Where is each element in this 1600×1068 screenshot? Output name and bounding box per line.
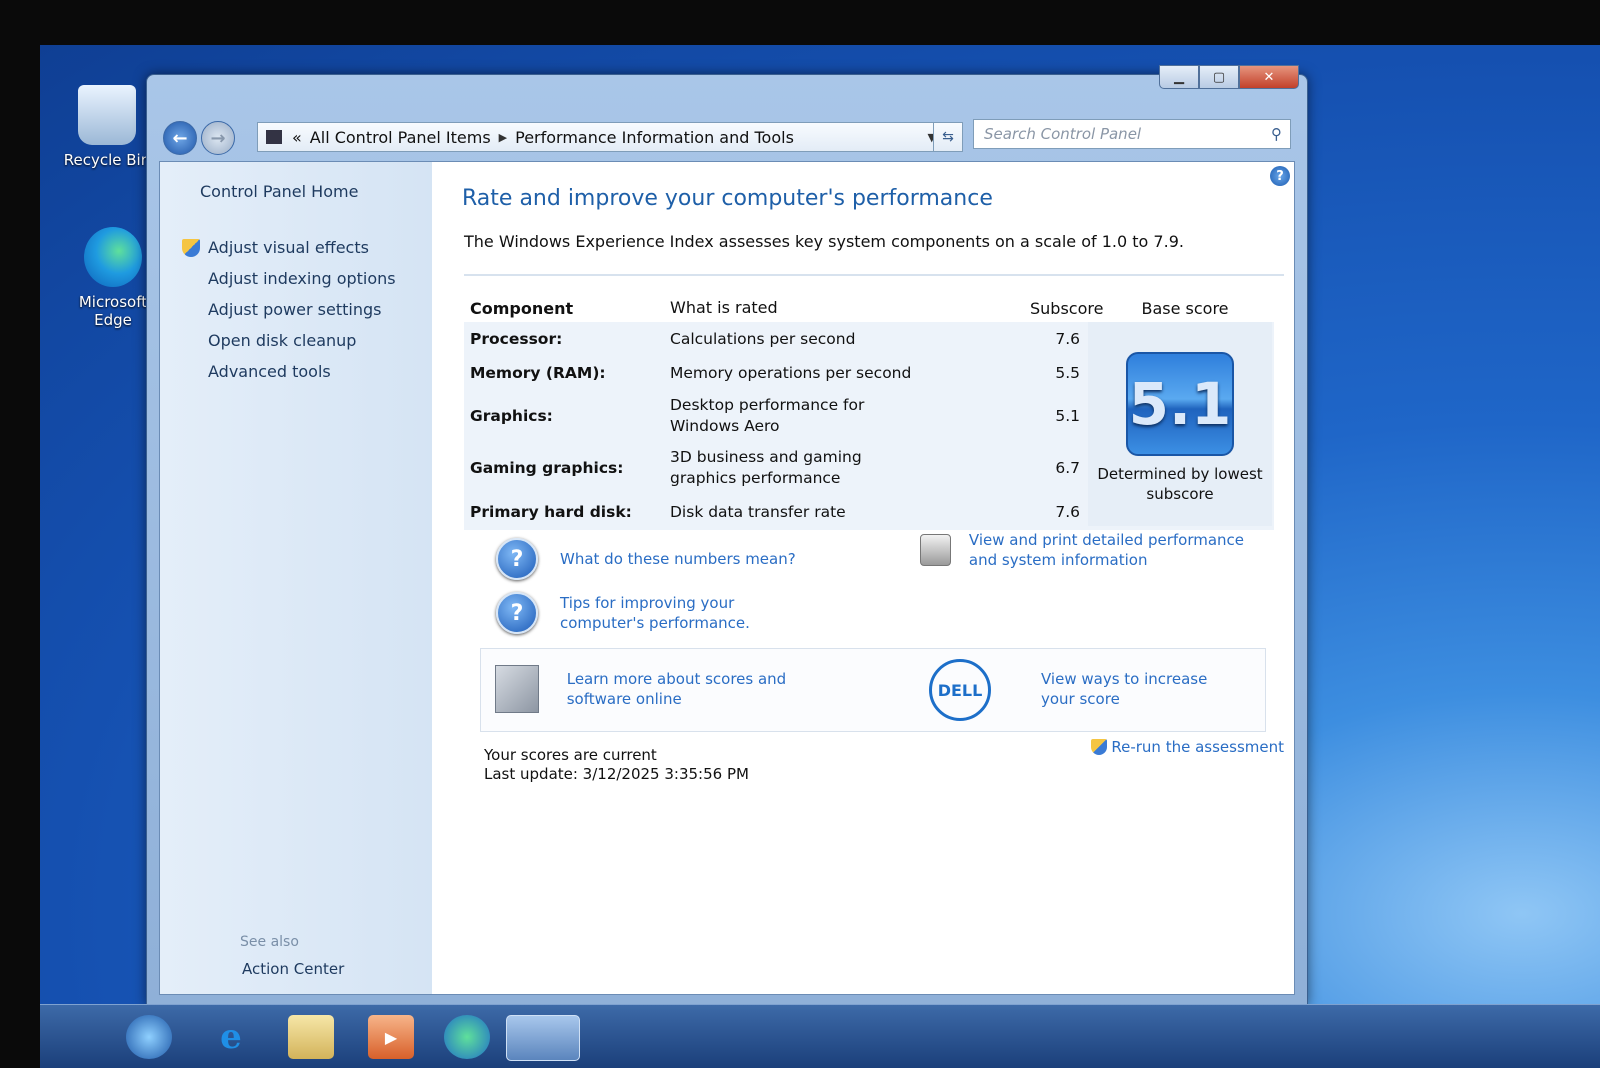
header-subscore: Subscore bbox=[1030, 299, 1104, 318]
oem-info-box: Learn more about scores and software onl… bbox=[480, 648, 1266, 732]
taskbar: e ▶ bbox=[40, 1004, 1600, 1068]
header-what-is-rated: What is rated bbox=[670, 298, 778, 317]
page-title: Rate and improve your computer's perform… bbox=[462, 186, 993, 211]
content-pane: ? Control Panel Home Adjust visual effec… bbox=[159, 161, 1295, 995]
scores-current-text: Your scores are current bbox=[484, 746, 657, 764]
desktop-icon-edge[interactable]: Microsoft Edge bbox=[68, 227, 158, 329]
row-component: Primary hard disk: bbox=[470, 503, 632, 521]
uac-shield-icon bbox=[1091, 739, 1108, 755]
dell-logo: DELL bbox=[929, 659, 991, 721]
header-base-score: Base score bbox=[1141, 299, 1229, 318]
search-input[interactable]: Search Control Panel ⚲ bbox=[973, 119, 1291, 149]
back-button[interactable]: ← bbox=[163, 121, 197, 155]
uac-shield-icon bbox=[182, 238, 200, 257]
row-rated: Calculations per second bbox=[670, 329, 856, 348]
edge-taskbar-icon[interactable] bbox=[444, 1015, 490, 1059]
breadcrumb-all-control-panel-items[interactable]: All Control Panel Items bbox=[310, 128, 491, 147]
row-rated: 3D business and gaming graphics performa… bbox=[670, 448, 862, 487]
recycle-bin-icon bbox=[78, 85, 136, 145]
link-label[interactable]: View ways to increase your score bbox=[1041, 669, 1241, 709]
internet-explorer-icon[interactable]: e bbox=[208, 1015, 254, 1059]
base-score-badge: 5.1 bbox=[1126, 352, 1234, 456]
desktop-icon-label: Microsoft Edge bbox=[78, 293, 148, 329]
media-player-icon[interactable]: ▶ bbox=[368, 1015, 414, 1059]
row-component: Memory (RAM): bbox=[470, 364, 606, 382]
sidebar-task-list: Adjust visual effects Adjust indexing op… bbox=[182, 232, 396, 387]
control-panel-icon bbox=[266, 130, 282, 144]
last-update-text: Last update: 3/12/2025 3:35:56 PM bbox=[484, 765, 749, 783]
printer-icon bbox=[920, 534, 951, 566]
sidebar-item-adjust-indexing-options[interactable]: Adjust indexing options bbox=[182, 263, 396, 294]
start-button-icon[interactable] bbox=[126, 1015, 172, 1059]
sidebar-item-label: Advanced tools bbox=[208, 362, 331, 381]
navigation-bar: ← → « All Control Panel Items ▶ Performa… bbox=[157, 117, 1297, 157]
sidebar-item-label: Adjust power settings bbox=[208, 300, 382, 319]
base-score-caption: Determined by lowest subscore bbox=[1097, 465, 1263, 503]
sidebar-item-adjust-visual-effects[interactable]: Adjust visual effects bbox=[182, 232, 396, 263]
rerun-assessment-link[interactable]: Re-run the assessment bbox=[1091, 738, 1284, 756]
breadcrumb-separator-icon[interactable]: ▶ bbox=[499, 131, 507, 144]
row-component: Graphics: bbox=[470, 407, 553, 425]
desktop-icon-recycle-bin[interactable]: Recycle Bin bbox=[62, 85, 152, 169]
link-label[interactable]: What do these numbers mean? bbox=[560, 549, 796, 569]
row-rated: Desktop performance for Windows Aero bbox=[670, 396, 865, 435]
link-label[interactable]: Learn more about scores and software onl… bbox=[567, 669, 835, 709]
sidebar: Control Panel Home Adjust visual effects… bbox=[160, 162, 432, 994]
sidebar-item-open-disk-cleanup[interactable]: Open disk cleanup bbox=[182, 325, 396, 356]
search-icon[interactable]: ⚲ bbox=[1271, 125, 1282, 143]
action-center-link[interactable]: Action Center bbox=[242, 960, 344, 978]
refresh-icon[interactable]: ⇆ bbox=[933, 122, 963, 152]
question-icon: ? bbox=[496, 592, 538, 634]
question-icon: ? bbox=[496, 538, 538, 580]
see-also-heading: See also bbox=[240, 934, 299, 950]
window-caption-buttons: ▁ ▢ ✕ bbox=[1159, 65, 1299, 89]
link-what-numbers-mean[interactable]: ? What do these numbers mean? bbox=[496, 538, 796, 580]
maximize-button[interactable]: ▢ bbox=[1199, 65, 1239, 89]
link-label[interactable]: View and print detailed performance and … bbox=[969, 530, 1270, 570]
edge-icon bbox=[84, 227, 142, 287]
sidebar-item-advanced-tools[interactable]: Advanced tools bbox=[182, 356, 396, 387]
search-placeholder: Search Control Panel bbox=[984, 125, 1142, 143]
rerun-label[interactable]: Re-run the assessment bbox=[1111, 738, 1284, 756]
row-rated: Disk data transfer rate bbox=[670, 502, 846, 521]
control-panel-window: ▁ ▢ ✕ ← → « All Control Panel Items ▶ Pe… bbox=[146, 65, 1308, 1006]
header-component: Component bbox=[470, 299, 574, 318]
sidebar-item-label: Open disk cleanup bbox=[208, 331, 357, 350]
close-button[interactable]: ✕ bbox=[1239, 65, 1299, 89]
page-description: The Windows Experience Index assesses ke… bbox=[464, 232, 1184, 251]
link-tips-improving[interactable]: ? Tips for improving your computer's per… bbox=[496, 592, 826, 634]
desktop-icon-label: Recycle Bin bbox=[63, 151, 151, 169]
link-view-print-details[interactable]: View and print detailed performance and … bbox=[920, 530, 1270, 570]
link-label[interactable]: Tips for improving your computer's perfo… bbox=[560, 593, 820, 633]
sidebar-item-label: Adjust indexing options bbox=[208, 269, 396, 288]
status-text: Your scores are current Last update: 3/1… bbox=[484, 746, 749, 784]
sidebar-control-panel-home[interactable]: Control Panel Home bbox=[200, 182, 358, 201]
book-icon bbox=[495, 665, 539, 713]
address-bar[interactable]: « All Control Panel Items ▶ Performance … bbox=[257, 122, 947, 152]
base-score-panel: 5.1 Determined by lowest subscore bbox=[1088, 322, 1272, 526]
table-header: Component What is rated Subscore Base sc… bbox=[464, 282, 1274, 322]
link-learn-more[interactable]: Learn more about scores and software onl… bbox=[495, 665, 835, 713]
control-panel-taskbar-icon[interactable] bbox=[506, 1015, 580, 1061]
forward-button[interactable]: → bbox=[201, 121, 235, 155]
file-explorer-icon[interactable] bbox=[288, 1015, 334, 1059]
breadcrumb-performance-information[interactable]: Performance Information and Tools bbox=[515, 128, 794, 147]
row-component: Processor: bbox=[470, 330, 563, 348]
sidebar-item-adjust-power-settings[interactable]: Adjust power settings bbox=[182, 294, 396, 325]
link-increase-score[interactable]: View ways to increase your score bbox=[1041, 669, 1241, 709]
minimize-button[interactable]: ▁ bbox=[1159, 65, 1199, 89]
row-component: Gaming graphics: bbox=[470, 459, 624, 477]
divider bbox=[464, 274, 1284, 276]
sidebar-item-label: Adjust visual effects bbox=[208, 238, 369, 257]
address-overflow[interactable]: « bbox=[292, 128, 302, 147]
row-rated: Memory operations per second bbox=[670, 363, 912, 382]
main-panel: Rate and improve your computer's perform… bbox=[460, 162, 1284, 994]
